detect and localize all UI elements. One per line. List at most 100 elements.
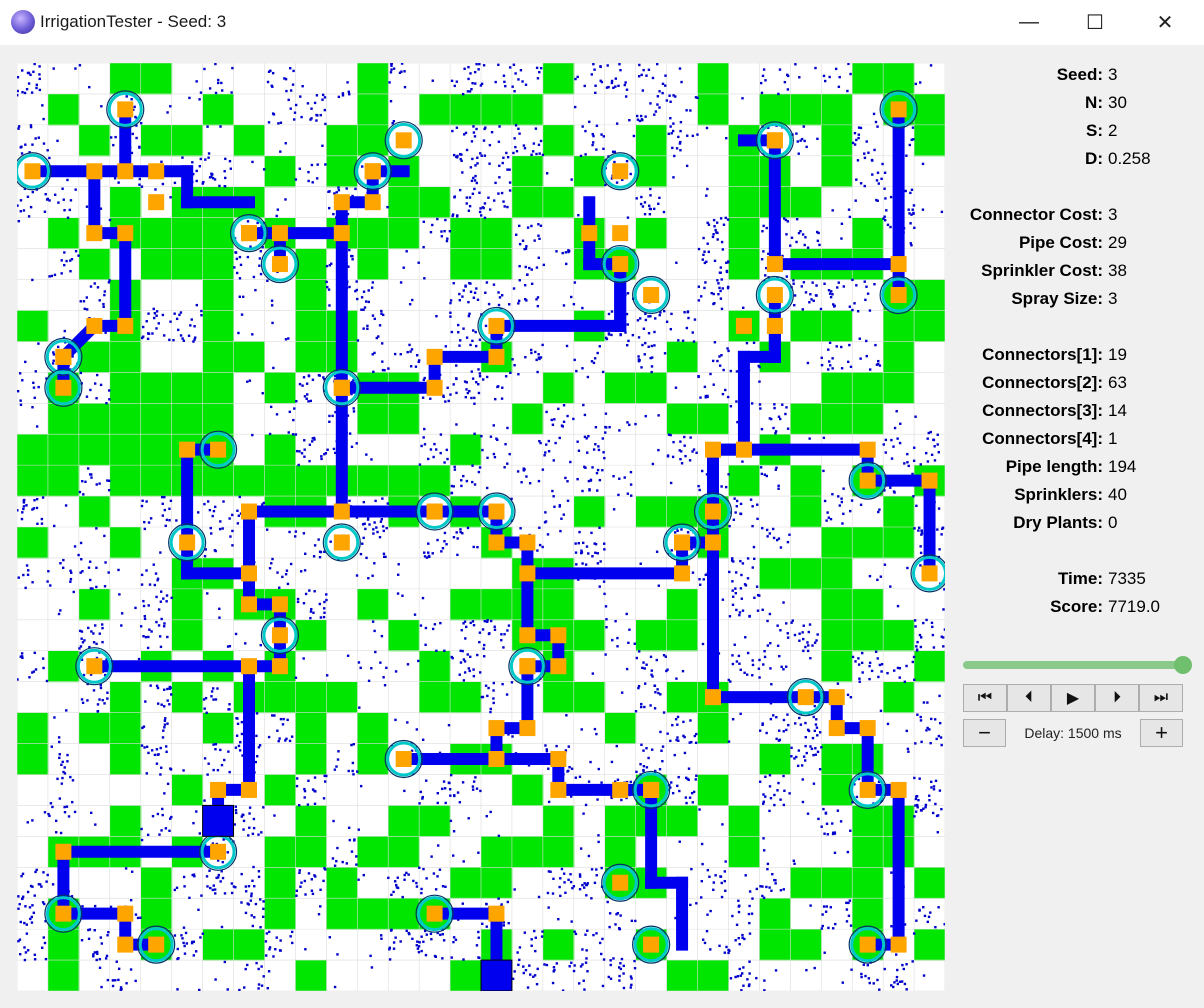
plant-dot xyxy=(463,671,467,674)
plant-dot xyxy=(586,451,589,454)
plant-dot xyxy=(471,377,475,380)
plant-dot xyxy=(471,82,474,85)
plant-dot xyxy=(773,878,776,882)
plant-dot xyxy=(320,455,323,458)
plant-dot xyxy=(304,893,307,896)
connector xyxy=(581,225,598,242)
plant-dot xyxy=(913,815,916,818)
plant-dot xyxy=(21,872,25,876)
plant-dot xyxy=(90,811,93,815)
plant-dot xyxy=(518,224,521,228)
timeline-slider-thumb[interactable] xyxy=(1174,656,1192,674)
plant-dot xyxy=(566,414,569,418)
plant-dot xyxy=(911,960,914,963)
plant-dot xyxy=(351,769,354,773)
plant-dot xyxy=(622,986,626,990)
plant-dot xyxy=(772,536,776,540)
grass-cell xyxy=(450,588,482,621)
plant-dot xyxy=(19,399,22,402)
sprinkler-base xyxy=(333,534,350,551)
plant-dot xyxy=(289,67,292,70)
plant-dot xyxy=(471,464,474,467)
plant-dot xyxy=(807,630,810,634)
stat-connectors-4-label: Connectors[4]: xyxy=(982,429,1103,448)
plant-dot xyxy=(544,520,548,523)
plant-dot xyxy=(255,961,258,965)
plant-dot xyxy=(163,723,167,726)
plant-dot xyxy=(479,214,483,217)
plant-dot xyxy=(170,815,173,819)
sprinkler-base xyxy=(210,441,227,458)
plant-dot xyxy=(619,962,622,965)
increase-delay-button[interactable]: + xyxy=(1140,719,1183,747)
plant-dot xyxy=(23,921,26,925)
stat-connectors-1-label: Connectors[1]: xyxy=(982,345,1103,364)
sprinkler-base xyxy=(55,348,72,365)
plant-dot xyxy=(250,914,253,917)
plant-dot xyxy=(224,157,227,161)
grass-cell xyxy=(47,217,80,250)
decrease-delay-button[interactable]: − xyxy=(963,719,1006,747)
plant-dot xyxy=(506,155,510,159)
plant-dot xyxy=(379,520,383,523)
first-frame-button[interactable]: ⏮ xyxy=(963,684,1007,712)
plant-dot xyxy=(709,909,712,913)
plant-dot xyxy=(918,633,922,637)
plant-dot xyxy=(103,293,106,297)
plant-dot xyxy=(689,719,692,722)
stat-connectors-3-label: Connectors[3]: xyxy=(982,401,1103,420)
plant-dot xyxy=(781,403,784,406)
plant-dot xyxy=(733,643,736,646)
plant-dot xyxy=(101,626,104,630)
plant-dot xyxy=(707,250,710,254)
plant-dot xyxy=(932,438,935,441)
maximize-button[interactable]: ☐ xyxy=(1060,0,1130,45)
plant-dot xyxy=(480,154,483,157)
plant-dot xyxy=(731,914,734,918)
plant-dot xyxy=(619,333,622,337)
plant-dot xyxy=(696,96,699,100)
plant-dot xyxy=(173,888,177,892)
plant-dot xyxy=(826,511,829,514)
plant-dot xyxy=(240,720,244,724)
play-button[interactable]: ▶ xyxy=(1051,684,1095,712)
plant-dot xyxy=(645,663,648,666)
plant-dot xyxy=(761,608,764,611)
plant-dot xyxy=(614,620,617,623)
plant-dot xyxy=(597,840,600,844)
plant-dot xyxy=(411,937,414,941)
plant-dot xyxy=(473,70,477,74)
next-frame-button[interactable]: ⏵ xyxy=(1095,684,1139,712)
plant-dot xyxy=(496,385,499,389)
plant-dot xyxy=(238,988,241,991)
plant-dot xyxy=(857,133,861,136)
plant-dot xyxy=(804,645,807,649)
connector xyxy=(179,441,196,458)
last-frame-button[interactable]: ⏭ xyxy=(1139,684,1183,712)
plant-dot xyxy=(583,435,587,439)
minimize-button[interactable]: — xyxy=(994,0,1064,45)
plant-dot xyxy=(348,499,351,503)
sprinkler-base xyxy=(395,751,412,767)
plant-dot xyxy=(574,932,578,936)
grass-cell xyxy=(202,465,235,497)
plant-dot xyxy=(430,855,433,858)
plant-dot xyxy=(357,828,361,831)
plant-dot xyxy=(275,936,278,939)
close-button[interactable]: ✕ xyxy=(1130,0,1200,45)
plant-dot xyxy=(827,926,830,930)
stat-connectors-3: Connectors[3]: 14 xyxy=(950,399,1127,423)
plant-dot xyxy=(289,89,293,92)
timeline-slider-track[interactable] xyxy=(963,661,1185,669)
plant-dot xyxy=(157,322,160,325)
plant-dot xyxy=(537,143,541,147)
plant-dot xyxy=(294,676,298,679)
plant-dot xyxy=(583,413,587,417)
plant-dot xyxy=(403,878,406,881)
plant-dot xyxy=(138,177,142,181)
plant-dot xyxy=(530,938,533,941)
plant-dot xyxy=(744,874,747,877)
plant-dot xyxy=(561,251,564,255)
previous-frame-button[interactable]: ⏴ xyxy=(1007,684,1051,712)
plant-dot xyxy=(722,223,726,226)
